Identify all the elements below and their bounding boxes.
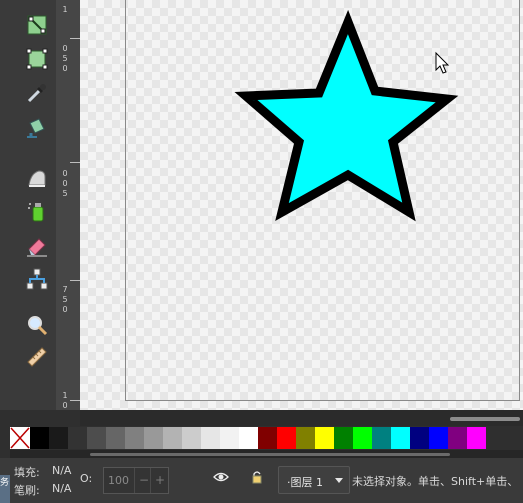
- paint-bucket-icon[interactable]: [24, 114, 50, 140]
- palette-swatch[interactable]: [49, 427, 68, 449]
- no-paint-swatch[interactable]: [10, 427, 30, 449]
- layer-dropdown[interactable]: ·图层 1: [278, 466, 350, 494]
- toolbox: [0, 0, 56, 410]
- horizontal-scrollbar[interactable]: [80, 410, 523, 426]
- ruler-label: 0: [62, 44, 68, 53]
- zoom-tool-icon[interactable]: [24, 312, 50, 338]
- ruler-label: 1: [62, 391, 68, 400]
- palette-swatch[interactable]: [353, 427, 372, 449]
- opacity-increment-button[interactable]: +: [150, 468, 169, 493]
- palette-swatch[interactable]: [30, 427, 49, 449]
- palette-swatch[interactable]: [106, 427, 125, 449]
- status-message: 未选择对象。单击、Shift+单击、: [352, 475, 519, 488]
- taskbar-glimpse: 务: [0, 475, 10, 503]
- star-shape[interactable]: [234, 9, 459, 222]
- layer-dropdown-label: ·图层 1: [287, 476, 323, 489]
- palette-swatch[interactable]: [182, 427, 201, 449]
- opacity-value[interactable]: 100: [108, 474, 129, 487]
- palette-swatch[interactable]: [258, 427, 277, 449]
- status-bar: 填充: N/A 笔刷: N/A O: 100 − + ·图层 1 未选择对象。单…: [0, 458, 523, 503]
- palette-swatch[interactable]: [87, 427, 106, 449]
- tweak-tool-icon[interactable]: [24, 46, 50, 72]
- palette-scrollbar[interactable]: [10, 450, 523, 458]
- node-tool-icon[interactable]: [24, 12, 50, 38]
- palette-swatch[interactable]: [391, 427, 410, 449]
- palette-swatch[interactable]: [315, 427, 334, 449]
- ruler-label: 0: [62, 179, 68, 188]
- fill-value[interactable]: N/A: [52, 464, 71, 477]
- opacity-spinbox[interactable]: 100 − +: [103, 467, 169, 494]
- opacity-label: O:: [80, 472, 93, 485]
- palette-swatch[interactable]: [277, 427, 296, 449]
- palette-swatch[interactable]: [334, 427, 353, 449]
- palette-swatch[interactable]: [220, 427, 239, 449]
- canvas-svg: [234, 9, 459, 222]
- lock-icon[interactable]: [250, 470, 264, 487]
- vertical-ruler: 1 0 5 0 0 0 5 7 5 0 1 0: [56, 0, 80, 410]
- palette-swatch[interactable]: [467, 427, 486, 449]
- palette-swatch[interactable]: [429, 427, 448, 449]
- stroke-label: 笔刷:: [14, 484, 40, 497]
- connector-tool-icon[interactable]: [24, 266, 50, 292]
- ruler-label: 5: [62, 295, 68, 304]
- scrollbar-thumb[interactable]: [450, 417, 520, 421]
- palette-swatch[interactable]: [201, 427, 220, 449]
- ruler-label: 5: [62, 54, 68, 63]
- palette-swatch[interactable]: [125, 427, 144, 449]
- dropper-tool-icon[interactable]: [24, 80, 50, 106]
- ruler-label: 0: [62, 401, 68, 410]
- chevron-down-icon: [335, 478, 343, 483]
- palette-swatch[interactable]: [296, 427, 315, 449]
- ruler-label: 5: [62, 189, 68, 198]
- palette-swatch[interactable]: [163, 427, 182, 449]
- palette-scroll-thumb[interactable]: [90, 453, 450, 456]
- palette-swatch[interactable]: [372, 427, 391, 449]
- drawing-canvas[interactable]: [80, 0, 523, 410]
- measure-tool-icon[interactable]: [24, 344, 50, 370]
- ruler-label: 7: [62, 285, 68, 294]
- palette-swatch[interactable]: [448, 427, 467, 449]
- fill-label: 填充:: [14, 466, 40, 479]
- palette-swatch[interactable]: [410, 427, 429, 449]
- eye-icon[interactable]: [213, 470, 229, 487]
- ruler-label: 0: [62, 169, 68, 178]
- ruler-label: 0: [62, 305, 68, 314]
- taskbar-glimpse-text: 务: [0, 478, 10, 488]
- palette-swatch[interactable]: [68, 427, 87, 449]
- ruler-label: 1: [62, 5, 68, 14]
- stroke-value[interactable]: N/A: [52, 482, 71, 495]
- ruler-label: 0: [62, 64, 68, 73]
- palette-swatch[interactable]: [239, 427, 258, 449]
- palette-swatch[interactable]: [144, 427, 163, 449]
- paint-can-icon[interactable]: [24, 198, 50, 224]
- color-palette: [10, 427, 523, 449]
- mouse-cursor-icon: [435, 51, 450, 74]
- spray-tool-icon[interactable]: [24, 164, 50, 190]
- eraser-tool-icon[interactable]: [24, 232, 50, 258]
